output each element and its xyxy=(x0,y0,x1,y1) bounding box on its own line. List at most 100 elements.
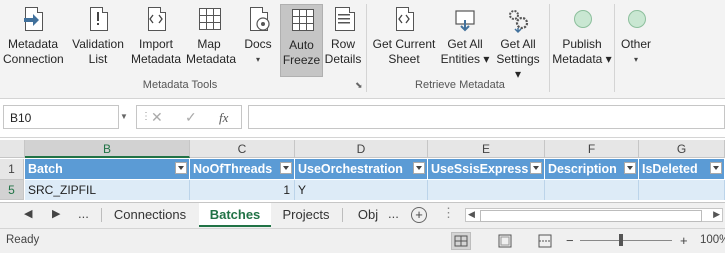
more-icon: ⋮ xyxy=(141,111,151,122)
page-layout-view-icon[interactable] xyxy=(495,232,515,250)
tab-obj[interactable]: Obj xyxy=(348,203,388,227)
cell-noofthreads[interactable]: 1 xyxy=(190,180,295,200)
status-text: Ready xyxy=(6,234,40,246)
gears-icon xyxy=(505,6,531,34)
more-sheets-right[interactable]: ... xyxy=(388,206,399,221)
get-current-sheet-icon xyxy=(391,6,417,34)
import-metadata-label2: Metadata xyxy=(131,52,182,66)
table-header-usessisexpress[interactable]: UseSsisExpress xyxy=(428,159,545,179)
metadata-connection-button[interactable]: Metadata Connection xyxy=(3,4,64,67)
column-header-c[interactable]: C xyxy=(190,140,295,158)
formula-bar: B10 ▼ ⋮ ✕ ✓ fx xyxy=(0,99,725,138)
header-label: IsDeleted xyxy=(642,162,698,176)
other-label1: Other xyxy=(620,37,651,51)
filter-dropdown-icon[interactable] xyxy=(413,162,425,174)
tab-projects[interactable]: Projects xyxy=(274,203,338,227)
column-header-b[interactable]: B xyxy=(25,140,190,158)
other-dropdown-caret: ▾ xyxy=(633,55,638,64)
filter-dropdown-icon[interactable] xyxy=(624,162,636,174)
tab-connections[interactable]: Connections xyxy=(104,203,196,227)
validation-list-icon xyxy=(85,6,111,34)
other-button[interactable]: Other ▾ xyxy=(618,4,654,67)
scroll-right-icon[interactable]: ▶ xyxy=(52,207,60,220)
zoom-out-button[interactable]: − xyxy=(566,233,574,248)
map-metadata-label1: Map xyxy=(197,37,221,51)
group-label-metadata-tools: Metadata Tools xyxy=(142,79,218,91)
cell-useorchestration[interactable]: Y xyxy=(295,180,428,200)
get-all-entities-label2: Entities ▾ xyxy=(440,52,490,66)
filter-dropdown-icon[interactable] xyxy=(530,162,542,174)
get-all-entities-icon xyxy=(452,6,478,34)
formula-input[interactable] xyxy=(248,105,725,129)
cancel-icon[interactable]: ✕ xyxy=(151,109,163,126)
more-sheets-left[interactable]: ... xyxy=(78,206,89,221)
filter-dropdown-icon[interactable] xyxy=(280,162,292,174)
docs-button[interactable]: Docs ▾ xyxy=(238,4,278,67)
dialog-launcher-icon[interactable]: ⬊ xyxy=(355,80,363,91)
zoom-in-button[interactable]: + xyxy=(680,233,688,248)
filter-dropdown-icon[interactable] xyxy=(175,162,187,174)
tab-batches[interactable]: Batches xyxy=(199,203,271,227)
table-header-batch[interactable]: Batch xyxy=(25,159,190,179)
validation-list-label1: Validation xyxy=(72,37,124,51)
get-current-sheet-button[interactable]: Get Current Sheet xyxy=(371,4,437,67)
auto-freeze-label2: Freeze xyxy=(282,53,321,67)
cell-description[interactable] xyxy=(545,180,639,200)
cell-batch[interactable]: SRC_ZIPFIL xyxy=(25,180,190,200)
select-all-corner[interactable] xyxy=(0,140,25,158)
zoom-level[interactable]: 100% xyxy=(700,234,725,246)
scroll-right-arrow-icon[interactable]: ▶ xyxy=(713,209,720,220)
column-header-g[interactable]: G xyxy=(639,140,725,158)
scrollbar-thumb[interactable] xyxy=(480,210,702,222)
group-separator xyxy=(614,4,615,92)
map-metadata-label2: Metadata xyxy=(186,52,237,66)
normal-view-icon[interactable] xyxy=(451,232,471,250)
auto-freeze-button[interactable]: Auto Freeze xyxy=(280,4,323,77)
validation-list-button[interactable]: Validation List xyxy=(69,4,127,67)
add-sheet-icon[interactable]: + xyxy=(411,207,427,223)
tab-splitter-handle[interactable]: ⋮ xyxy=(442,205,455,221)
table-header-isdeleted[interactable]: IsDeleted xyxy=(639,159,725,179)
header-label: NoOfThreads xyxy=(193,162,273,176)
scroll-left-arrow-icon[interactable]: ◀ xyxy=(468,209,475,220)
get-all-entities-button[interactable]: Get All Entities ▾ xyxy=(440,4,490,67)
header-label: UseSsisExpress xyxy=(431,162,529,176)
get-all-settings-button[interactable]: Get All Settings ▾ xyxy=(492,4,544,82)
zoom-slider-track[interactable] xyxy=(580,240,672,241)
zoom-slider-thumb[interactable] xyxy=(619,234,623,246)
publish-metadata-icon xyxy=(569,6,595,34)
horizontal-scrollbar[interactable]: ◀ ▶ xyxy=(465,208,723,222)
table-header-noofthreads[interactable]: NoOfThreads xyxy=(190,159,295,179)
group-label-retrieve-metadata: Retrieve Metadata xyxy=(415,79,505,91)
name-box[interactable]: B10 xyxy=(3,105,119,129)
table-header-useorchestration[interactable]: UseOrchestration xyxy=(295,159,428,179)
import-metadata-button[interactable]: Import Metadata xyxy=(131,4,181,67)
cell-usessisexpress[interactable] xyxy=(428,180,545,200)
ribbon: Metadata Connection Validation List Impo… xyxy=(0,0,725,99)
insert-function-icon[interactable]: fx xyxy=(219,110,228,126)
column-header-e[interactable]: E xyxy=(428,140,545,158)
group-separator xyxy=(549,4,550,92)
enter-check-icon[interactable]: ✓ xyxy=(185,109,197,126)
formula-buttons: ⋮ ✕ ✓ fx xyxy=(136,105,242,129)
publish-metadata-button[interactable]: Publish Metadata ▾ xyxy=(552,4,612,67)
row-header-5[interactable]: 5 xyxy=(0,180,24,200)
row-details-button[interactable]: Row Details xyxy=(323,4,363,67)
scroll-left-icon[interactable]: ◀ xyxy=(24,207,32,220)
get-current-sheet-label1: Get Current xyxy=(372,37,436,51)
table-header-description[interactable]: Description xyxy=(545,159,639,179)
page-break-view-icon[interactable] xyxy=(535,232,555,250)
publish-metadata-label1: Publish xyxy=(562,37,602,51)
get-all-entities-label1: Get All xyxy=(447,37,483,51)
column-header-f[interactable]: F xyxy=(545,140,639,158)
filter-dropdown-icon[interactable] xyxy=(710,162,722,174)
header-label: Batch xyxy=(28,162,63,176)
metadata-connection-label2: Connection xyxy=(3,52,64,66)
map-metadata-button[interactable]: Map Metadata xyxy=(186,4,237,67)
column-header-d[interactable]: D xyxy=(295,140,428,158)
tab-separator xyxy=(101,208,102,222)
cell-isdeleted[interactable] xyxy=(639,180,725,200)
auto-freeze-label1: Auto xyxy=(289,38,314,52)
row-header-1[interactable]: 1 xyxy=(0,159,24,180)
name-box-dropdown-icon[interactable]: ▼ xyxy=(120,112,128,121)
